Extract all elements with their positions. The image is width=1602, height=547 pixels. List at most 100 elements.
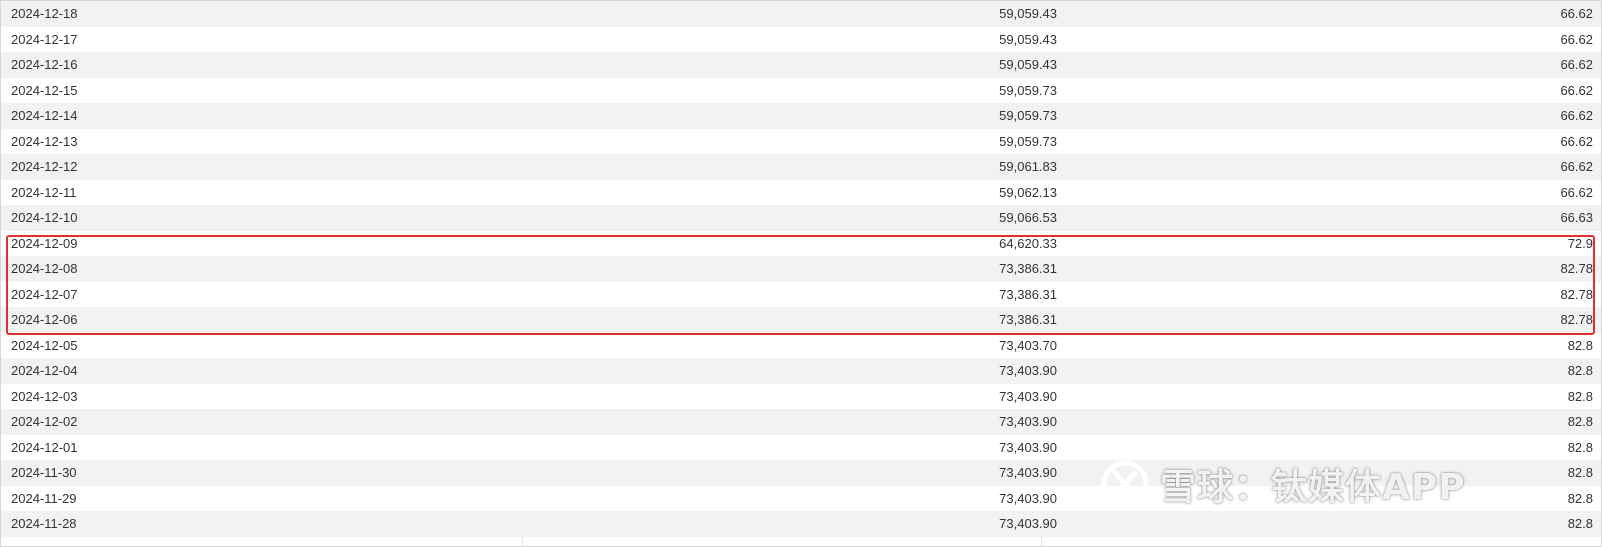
percent-text: 66.63 bbox=[1560, 210, 1593, 225]
table-row: 2024-11-28 73,403.90 82.8 bbox=[1, 511, 1601, 537]
percent-text: 66.62 bbox=[1560, 184, 1593, 200]
value-text: 59,066.53 bbox=[999, 210, 1057, 225]
percent-text: 82.78 bbox=[1560, 286, 1593, 302]
table-row: 2024-11-29 73,403.90 82.8 bbox=[1, 485, 1601, 512]
table-row: 2024-12-12 59,061.83 66.62 bbox=[1, 154, 1601, 180]
percent-text: 82.8 bbox=[1567, 388, 1593, 404]
value-cell: 59,059.43 bbox=[521, 1, 1057, 27]
date-cell: 2024-12-01 bbox=[11, 439, 78, 455]
value-cell: 73,403.90 bbox=[521, 435, 1057, 461]
date-cell: 2024-12-15 bbox=[11, 82, 78, 98]
percent-cell: 66.63 bbox=[1063, 205, 1593, 231]
percent-text: 72.9 bbox=[1567, 235, 1593, 251]
table-row: 2024-12-07 73,386.31 82.78 bbox=[1, 281, 1601, 308]
date-cell: 2024-12-11 bbox=[11, 184, 77, 200]
value-cell: 59,062.13 bbox=[521, 180, 1057, 206]
table-row: 2024-12-06 73,386.31 82.78 bbox=[1, 307, 1601, 333]
percent-cell: 82.8 bbox=[1063, 511, 1593, 537]
table-row: 2024-12-03 73,403.90 82.8 bbox=[1, 383, 1601, 410]
date-cell: 2024-12-10 bbox=[11, 210, 78, 225]
table-row: 2024-12-14 59,059.73 66.62 bbox=[1, 103, 1601, 129]
percent-text: 82.8 bbox=[1567, 439, 1593, 455]
value-cell: 59,059.73 bbox=[521, 103, 1057, 129]
percent-text: 66.62 bbox=[1560, 31, 1593, 47]
percent-text: 82.78 bbox=[1560, 261, 1593, 276]
value-text: 73,403.90 bbox=[999, 363, 1057, 378]
date-cell: 2024-12-03 bbox=[11, 388, 78, 404]
date-cell: 2024-12-17 bbox=[11, 31, 78, 47]
percent-text: 66.62 bbox=[1560, 133, 1593, 149]
percent-cell: 82.8 bbox=[1063, 358, 1593, 384]
value-cell: 73,403.90 bbox=[521, 511, 1057, 537]
percent-cell: 66.62 bbox=[1063, 154, 1593, 180]
value-cell: 59,061.83 bbox=[521, 154, 1057, 180]
percent-cell: 82.8 bbox=[1063, 486, 1593, 512]
percent-cell: 66.62 bbox=[1063, 180, 1593, 206]
value-text: 73,403.90 bbox=[999, 465, 1057, 480]
percent-text: 82.8 bbox=[1567, 516, 1593, 531]
date-cell: 2024-11-28 bbox=[11, 516, 77, 531]
value-cell: 73,386.31 bbox=[521, 282, 1057, 308]
value-cell: 59,059.73 bbox=[521, 129, 1057, 155]
percent-text: 66.62 bbox=[1560, 57, 1593, 72]
value-cell: 59,066.53 bbox=[521, 205, 1057, 231]
value-cell: 73,386.31 bbox=[521, 307, 1057, 333]
value-cell: 73,403.70 bbox=[521, 333, 1057, 359]
percent-text: 82.8 bbox=[1567, 363, 1593, 378]
date-cell: 2024-11-29 bbox=[11, 490, 77, 506]
table-row: 2024-12-08 73,386.31 82.78 bbox=[1, 256, 1601, 282]
date-cell: 2024-12-06 bbox=[11, 312, 78, 327]
percent-text: 82.8 bbox=[1567, 337, 1593, 353]
date-cell: 2024-12-04 bbox=[11, 363, 78, 378]
percent-cell: 66.62 bbox=[1063, 27, 1593, 53]
percent-text: 66.62 bbox=[1560, 6, 1593, 21]
date-cell: 2024-12-05 bbox=[11, 337, 78, 353]
table-row: 2024-12-17 59,059.43 66.62 bbox=[1, 26, 1601, 53]
table-row: 2024-12-11 59,062.13 66.62 bbox=[1, 179, 1601, 206]
value-text: 59,059.73 bbox=[999, 82, 1057, 98]
percent-cell: 82.78 bbox=[1063, 307, 1593, 333]
table-row: 2024-12-16 59,059.43 66.62 bbox=[1, 52, 1601, 78]
table-row: 2024-12-01 73,403.90 82.8 bbox=[1, 434, 1601, 461]
value-text: 59,059.43 bbox=[999, 57, 1057, 72]
value-cell: 73,403.90 bbox=[521, 358, 1057, 384]
percent-cell: 72.9 bbox=[1063, 231, 1593, 257]
date-cell: 2024-12-02 bbox=[11, 414, 78, 429]
value-cell: 64,620.33 bbox=[521, 231, 1057, 257]
value-cell: 59,059.43 bbox=[521, 52, 1057, 78]
percent-cell: 66.62 bbox=[1063, 78, 1593, 104]
value-cell: 59,059.73 bbox=[521, 78, 1057, 104]
date-cell: 2024-12-14 bbox=[11, 108, 78, 123]
date-cell: 2024-11-30 bbox=[11, 465, 77, 480]
data-table: 2024-12-18 59,059.43 66.62 2024-12-17 59,059… bbox=[0, 0, 1602, 547]
value-text: 73,403.90 bbox=[999, 414, 1057, 429]
value-text: 59,062.13 bbox=[999, 184, 1057, 200]
table-row: 2024-12-02 73,403.90 82.8 bbox=[1, 409, 1601, 435]
table-row: 2024-12-15 59,059.73 66.62 bbox=[1, 77, 1601, 104]
value-text: 73,403.90 bbox=[999, 516, 1057, 531]
percent-cell: 82.78 bbox=[1063, 282, 1593, 308]
percent-cell: 82.8 bbox=[1063, 435, 1593, 461]
table-row: 2024-12-04 73,403.90 82.8 bbox=[1, 358, 1601, 384]
table-row: 2024-12-18 59,059.43 66.62 bbox=[1, 1, 1601, 27]
value-cell: 73,386.31 bbox=[521, 256, 1057, 282]
percent-cell: 82.8 bbox=[1063, 409, 1593, 435]
value-text: 59,061.83 bbox=[999, 159, 1057, 174]
table-row: 2024-12-10 59,066.53 66.63 bbox=[1, 205, 1601, 231]
date-cell: 2024-12-13 bbox=[11, 133, 78, 149]
percent-text: 82.78 bbox=[1560, 312, 1593, 327]
percent-cell: 82.8 bbox=[1063, 333, 1593, 359]
value-text: 73,386.31 bbox=[999, 261, 1057, 276]
percent-cell: 82.8 bbox=[1063, 384, 1593, 410]
percent-text: 82.8 bbox=[1567, 414, 1593, 429]
value-cell: 73,403.90 bbox=[521, 384, 1057, 410]
table-row: 2024-12-13 59,059.73 66.62 bbox=[1, 128, 1601, 155]
value-text: 73,403.90 bbox=[999, 490, 1057, 506]
table-row: 2024-12-05 73,403.70 82.8 bbox=[1, 332, 1601, 359]
date-cell: 2024-12-18 bbox=[11, 6, 78, 21]
date-cell: 2024-12-07 bbox=[11, 286, 78, 302]
value-text: 73,403.90 bbox=[999, 439, 1057, 455]
value-text: 59,059.43 bbox=[999, 31, 1057, 47]
value-text: 59,059.73 bbox=[999, 108, 1057, 123]
percent-text: 66.62 bbox=[1560, 159, 1593, 174]
